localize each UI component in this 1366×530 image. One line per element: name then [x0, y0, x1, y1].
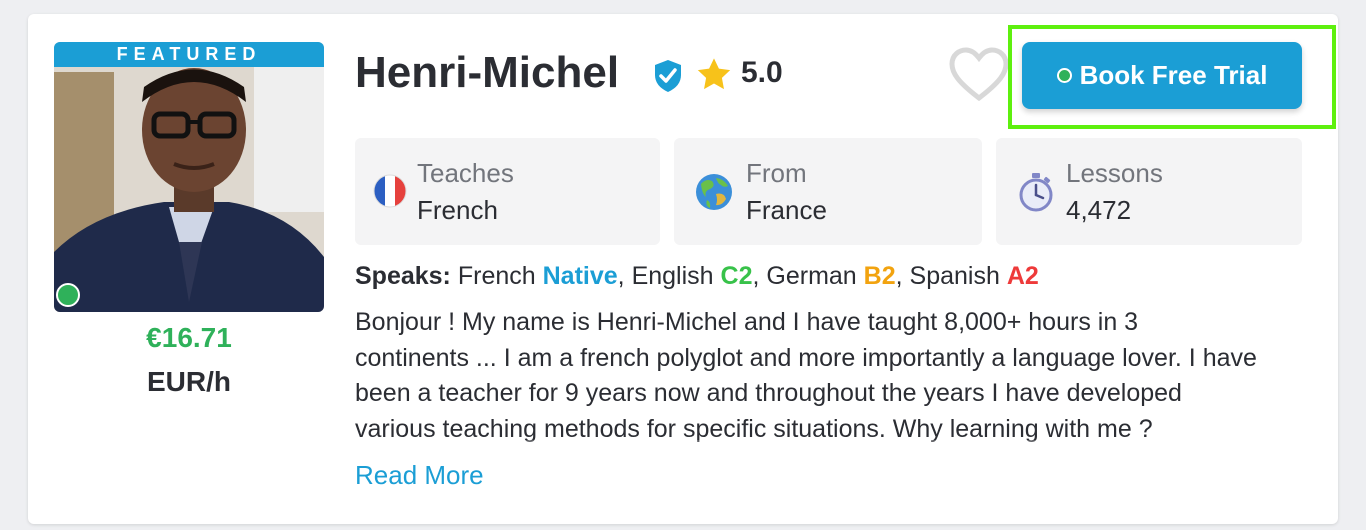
tutor-name[interactable]: Henri-Michel — [355, 48, 619, 98]
tutor-photo[interactable]: FEATURED — [54, 42, 324, 312]
info-box-from: From France — [674, 138, 982, 245]
bio-line: continents ... I am a french polyglot an… — [355, 343, 1257, 372]
tutor-bio: Bonjour ! My name is Henri-Michel and I … — [355, 305, 1315, 455]
speaks-label: Speaks: — [355, 262, 451, 290]
language-name: English — [631, 262, 714, 290]
tutor-avatar-image — [54, 42, 324, 312]
stopwatch-icon — [1019, 173, 1053, 212]
book-button-label: Book Free Trial — [1079, 60, 1268, 90]
hourly-price: €16.71 — [146, 322, 232, 353]
from-label: From — [746, 158, 807, 188]
online-status-dot — [56, 283, 80, 307]
language-name: French — [457, 262, 536, 290]
globe-icon — [696, 174, 732, 210]
online-dot-icon — [1056, 68, 1072, 83]
favorite-heart-icon[interactable] — [948, 46, 1010, 102]
teaches-value: French — [417, 195, 498, 225]
featured-badge: FEATURED — [54, 42, 324, 67]
from-value: France — [746, 195, 827, 225]
france-flag-icon — [373, 174, 407, 208]
info-box-lessons: Lessons 4,472 — [996, 138, 1302, 245]
teaches-label: Teaches — [417, 158, 514, 188]
speaks-line: Speaks: French Native, English C2, Germa… — [355, 262, 1039, 290]
language-name: Spanish — [909, 262, 1000, 290]
language-level: Native — [542, 262, 618, 290]
verified-badge-icon — [655, 60, 681, 92]
bio-line: been a teacher for 9 years now and throu… — [355, 379, 1182, 407]
language-level: C2 — [720, 262, 753, 290]
star-icon — [697, 58, 731, 90]
book-free-trial-button[interactable]: Book Free Trial — [1022, 42, 1302, 109]
info-box-teaches: Teaches French — [355, 138, 660, 245]
lessons-value: 4,472 — [1066, 195, 1132, 225]
price-unit: EUR/h — [147, 366, 231, 397]
rating-value: 5.0 — [741, 56, 783, 89]
bio-fade — [355, 440, 1315, 460]
language-level: A2 — [1006, 262, 1039, 290]
read-more-link[interactable]: Read More — [355, 460, 484, 491]
language-level: B2 — [863, 262, 896, 290]
bio-line: Bonjour ! My name is Henri-Michel and I … — [355, 308, 1139, 336]
language-name: German — [766, 262, 857, 290]
lessons-label: Lessons — [1066, 158, 1163, 188]
